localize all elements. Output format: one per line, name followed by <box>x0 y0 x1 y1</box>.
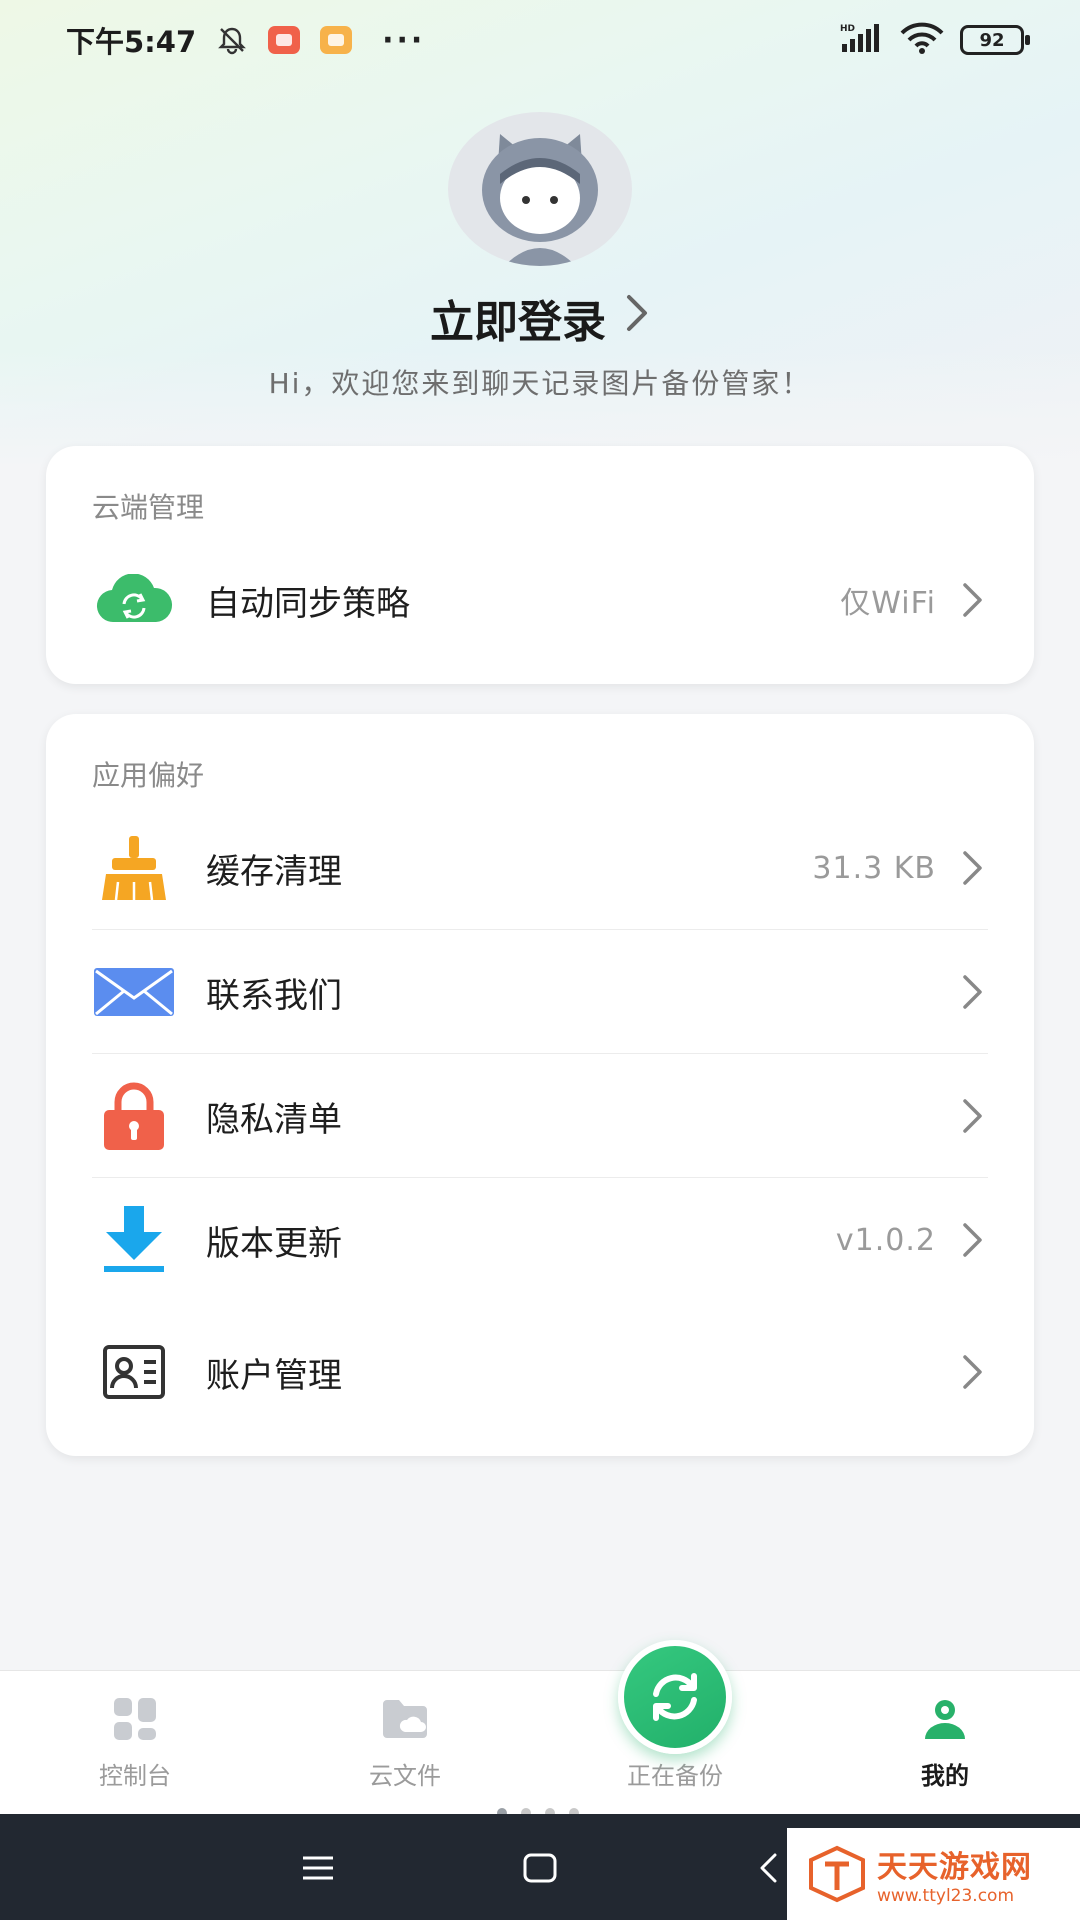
cloud-folder-icon <box>380 1694 430 1744</box>
nav-dashboard[interactable]: 控制台 <box>0 1671 270 1815</box>
account-management-row[interactable]: 账户管理 <box>92 1310 988 1434</box>
status-bar: 下午5:47 ··· HD 92 <box>0 0 1080 80</box>
dashboard-icon <box>110 1694 160 1744</box>
watermark-title: 天天游戏网 <box>877 1850 1032 1885</box>
mute-bell-icon <box>216 24 248 56</box>
row-label: 账户管理 <box>206 1355 342 1396</box>
section-title: 云端管理 <box>92 491 205 524</box>
signal-icon: HD <box>840 22 884 58</box>
row-value: 仅WiFi <box>840 586 936 621</box>
chevron-right-icon <box>958 1096 988 1136</box>
cloud-sync-icon <box>92 558 176 642</box>
contact-us-row[interactable]: 联系我们 <box>92 930 988 1054</box>
chevron-right-icon <box>958 1220 988 1260</box>
app-notification-icon <box>268 26 301 54</box>
svg-text:HD: HD <box>840 24 855 34</box>
cloud-management-card: 云端管理 自动同步策略 仅WiFi <box>46 446 1034 684</box>
user-icon <box>920 1694 970 1744</box>
backup-sync-button[interactable] <box>618 1640 732 1754</box>
chevron-right-icon <box>624 293 650 344</box>
nav-cloud-files[interactable]: 云文件 <box>270 1671 540 1815</box>
nav-me[interactable]: 我的 <box>810 1671 1080 1815</box>
chevron-right-icon <box>958 972 988 1012</box>
app-preferences-card: 应用偏好 缓存清理 31.3 KB 联系我们 隐私清单 版本更新 v1.0.2 … <box>46 714 1034 1456</box>
broom-icon <box>92 826 176 910</box>
menu-icon[interactable] <box>294 1844 342 1892</box>
watermark-logo-icon <box>809 1845 865 1903</box>
battery-indicator: 92 <box>960 25 1030 55</box>
watermark-url: www.ttyl23.com <box>877 1886 1015 1906</box>
login-link[interactable]: 立即登录 <box>0 286 1080 350</box>
wifi-icon <box>900 22 944 58</box>
nav-label: 控制台 <box>99 1762 171 1790</box>
nav-label: 我的 <box>921 1762 969 1790</box>
nav-label: 云文件 <box>369 1762 441 1790</box>
row-value: v1.0.2 <box>835 1222 936 1258</box>
back-icon[interactable] <box>744 1844 792 1892</box>
row-label: 缓存清理 <box>206 851 342 892</box>
login-label: 立即登录 <box>430 297 606 348</box>
section-title: 应用偏好 <box>92 759 205 792</box>
lock-icon <box>92 1074 176 1158</box>
chevron-right-icon <box>958 580 988 620</box>
chevron-right-icon <box>958 848 988 888</box>
row-value: 31.3 KB <box>812 850 936 886</box>
home-icon[interactable] <box>516 1844 564 1892</box>
watermark: 天天游戏网 www.ttyl23.com <box>787 1828 1080 1920</box>
avatar[interactable] <box>448 112 632 266</box>
welcome-text: Hi，欢迎您来到聊天记录图片备份管家！ <box>268 367 812 400</box>
download-icon <box>92 1198 176 1282</box>
row-label: 版本更新 <box>206 1223 342 1264</box>
mail-icon <box>92 950 176 1034</box>
row-label: 自动同步策略 <box>206 583 410 624</box>
privacy-list-row[interactable]: 隐私清单 <box>92 1054 988 1178</box>
gallery-notification-icon <box>320 26 353 54</box>
bottom-nav: 控制台 云文件 正在备份 我的 <box>0 1670 1080 1814</box>
chevron-right-icon <box>958 1352 988 1392</box>
version-update-row[interactable]: 版本更新 v1.0.2 <box>92 1178 988 1302</box>
more-notifications-icon: ··· <box>382 22 426 58</box>
id-card-icon <box>92 1330 176 1414</box>
row-label: 联系我们 <box>206 975 342 1016</box>
cache-clean-row[interactable]: 缓存清理 31.3 KB <box>92 806 988 930</box>
nav-label: 正在备份 <box>627 1762 723 1790</box>
status-time: 下午5:47 <box>66 25 197 59</box>
sync-icon <box>653 1673 697 1721</box>
auto-sync-row[interactable]: 自动同步策略 仅WiFi <box>92 538 988 662</box>
row-label: 隐私清单 <box>206 1099 342 1140</box>
